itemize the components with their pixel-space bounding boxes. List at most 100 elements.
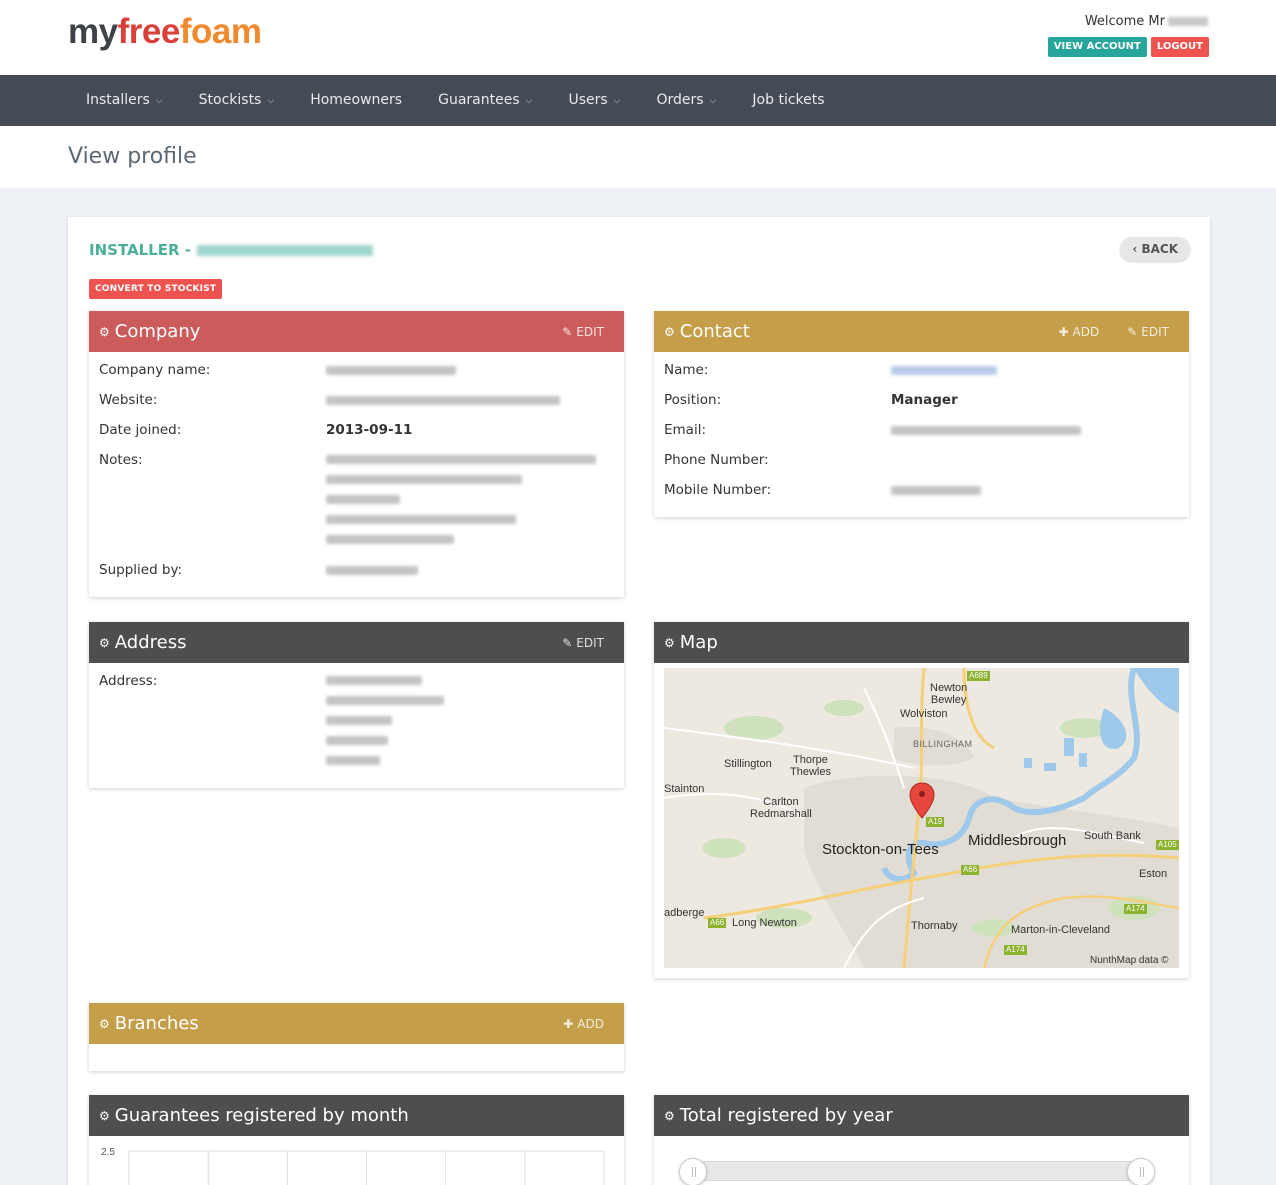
pencil-icon: ✎: [1127, 324, 1138, 339]
map-label-carlton: Carlton Redmarshall: [750, 796, 812, 820]
convert-to-stockist-button[interactable]: CONVERT TO STOCKIST: [89, 279, 223, 299]
nav-guarantees[interactable]: Guarantees ⌵: [420, 75, 550, 126]
map-label-eston: Eston: [1139, 868, 1168, 880]
address-panel: ⚙ Address ✎ EDIT Address:: [89, 622, 624, 788]
cogs-icon: ⚙: [99, 635, 110, 650]
map-label-long-newton: Long Newton: [732, 917, 797, 929]
chevron-down-icon: ⌵: [525, 96, 533, 106]
notes-row: Notes:: [99, 450, 614, 550]
logo-foam: foam: [179, 12, 262, 51]
logout-button[interactable]: LOGOUT: [1150, 37, 1209, 57]
guarantees-by-month-panel: ⚙ Guarantees registered by month 2.5: [89, 1095, 624, 1185]
year-range-slider[interactable]: [679, 1158, 1155, 1185]
supplied-by-row: Supplied by:: [99, 560, 614, 580]
nav-stockists[interactable]: Stockists ⌵: [181, 75, 293, 126]
map-label-thornaby: Thornaby: [911, 920, 958, 932]
plus-icon: ✚: [563, 1016, 574, 1031]
chevron-down-icon: ⌵: [613, 96, 621, 106]
map-label-marton: Marton-in-Cleveland: [1011, 924, 1111, 936]
view-account-button[interactable]: VIEW ACCOUNT: [1047, 37, 1147, 57]
cogs-icon: ⚙: [99, 324, 110, 339]
map-label-thorpe-thewles: Thorpe Thewles: [790, 754, 831, 778]
website-row: Website:: [99, 390, 614, 410]
cogs-icon: ⚙: [664, 1108, 675, 1123]
nav-homeowners[interactable]: Homeowners: [292, 75, 420, 126]
nav-installers[interactable]: Installers ⌵: [68, 75, 181, 126]
map-label-newton-bewley: Newton Bewley: [930, 682, 968, 706]
road-badge-a19: A19: [926, 817, 945, 827]
contact-panel-header: ⚙ Contact ✚ ADD ✎ EDIT: [654, 311, 1189, 352]
cogs-icon: ⚙: [664, 324, 675, 339]
username-redacted: [1168, 17, 1208, 26]
map-panel-header: ⚙ Map: [654, 622, 1189, 663]
address-row: Address:: [99, 671, 614, 776]
plus-icon: ✚: [1058, 324, 1069, 339]
top-header: myfreefoam Welcome Mr VIEW ACCOUNT LOGOU…: [0, 0, 1276, 75]
account-buttons: VIEW ACCOUNT LOGOUT: [1047, 37, 1209, 57]
pencil-icon: ✎: [562, 324, 573, 339]
map-label-stainton: Stainton: [664, 783, 705, 795]
cogs-icon: ⚙: [664, 635, 675, 650]
road-badge-a174: A174: [1124, 904, 1147, 914]
chart-y-tick-label: 2.5: [101, 1147, 115, 1158]
cogs-icon: ⚙: [99, 1108, 110, 1123]
chevron-down-icon: ⌵: [155, 96, 163, 106]
company-name-redacted: [196, 244, 373, 256]
map-attribution[interactable]: NunthMap data ©: [1090, 955, 1169, 966]
profile-heading: INSTALLER -: [89, 241, 373, 259]
contact-name-redacted[interactable]: [891, 366, 997, 375]
location-map[interactable]: Newton Bewley Wolviston BILLINGHAM Still…: [664, 668, 1179, 968]
company-panel: ⚙ Company ✎ EDIT Company name: Website: D…: [89, 311, 624, 597]
phone-row: Phone Number:: [664, 452, 769, 468]
nav-job-tickets[interactable]: Job tickets: [734, 75, 842, 126]
chevron-left-icon: ‹: [1132, 242, 1138, 256]
pencil-icon: ✎: [562, 635, 573, 650]
logo-free: free: [117, 12, 181, 51]
company-name-row: Company name:: [99, 360, 614, 380]
address-redacted: [326, 671, 446, 776]
logo-my: my: [68, 12, 118, 51]
company-panel-header: ⚙ Company ✎ EDIT: [89, 311, 624, 352]
map-label-stillington: Stillington: [724, 758, 772, 770]
contact-edit-button[interactable]: ✎ EDIT: [1127, 325, 1169, 339]
total-by-year-header: ⚙ Total registered by year: [654, 1095, 1189, 1136]
map-label-south-bank: South Bank: [1084, 830, 1141, 842]
freefoam-logo[interactable]: myfreefoam: [68, 12, 262, 51]
contact-name-row: Name:: [664, 360, 1179, 380]
address-edit-button[interactable]: ✎ EDIT: [562, 636, 604, 650]
map-panel: ⚙ Map Newton Bewley Wolviston BILLINGHAM…: [654, 622, 1189, 978]
road-badge-a66: A66: [961, 865, 980, 875]
position-row: Position: Manager: [664, 392, 958, 408]
welcome-text: Welcome Mr: [1085, 14, 1208, 29]
main-navbar: Installers ⌵ Stockists ⌵ Homeowners Guaran…: [0, 75, 1276, 126]
company-edit-button[interactable]: ✎ EDIT: [562, 325, 604, 339]
road-badge-a105: A105: [1156, 840, 1179, 850]
mobile-row: Mobile Number:: [664, 480, 1179, 500]
notes-redacted: [326, 450, 596, 550]
chevron-down-icon: ⌵: [709, 96, 717, 106]
mobile-redacted: [891, 486, 981, 495]
profile-card: INSTALLER - ‹ BACK CONVERT TO STOCKIST ⚙…: [68, 217, 1210, 1185]
contact-add-button[interactable]: ✚ ADD: [1058, 325, 1099, 339]
nav-orders[interactable]: Orders ⌵: [639, 75, 735, 126]
date-joined-value: 2013-09-11: [326, 422, 413, 438]
position-value: Manager: [891, 392, 958, 408]
page-title: View profile: [68, 144, 197, 169]
road-badge-a66-west: A66: [708, 918, 727, 928]
branches-panel-header: ⚙ Branches ✚ ADD: [89, 1003, 624, 1044]
branches-add-button[interactable]: ✚ ADD: [563, 1017, 604, 1031]
email-row: Email:: [664, 420, 1179, 440]
website-link-redacted[interactable]: [326, 396, 560, 405]
map-label-middlesbrough: Middlesbrough: [968, 832, 1067, 849]
email-redacted[interactable]: [891, 426, 1081, 435]
nav-users[interactable]: Users ⌵: [550, 75, 638, 126]
map-label-billingham: BILLINGHAM: [913, 739, 973, 749]
slider-handle-min[interactable]: [679, 1158, 707, 1185]
map-label-stockton: Stockton-on-Tees: [822, 841, 939, 858]
date-joined-row: Date joined: 2013-09-11: [99, 422, 413, 438]
guarantees-by-month-header: ⚙ Guarantees registered by month: [89, 1095, 624, 1136]
chevron-down-icon: ⌵: [267, 96, 275, 106]
back-button[interactable]: ‹ BACK: [1120, 237, 1190, 261]
map-label-adberge: adberge: [664, 907, 705, 919]
slider-handle-max[interactable]: [1127, 1158, 1155, 1185]
